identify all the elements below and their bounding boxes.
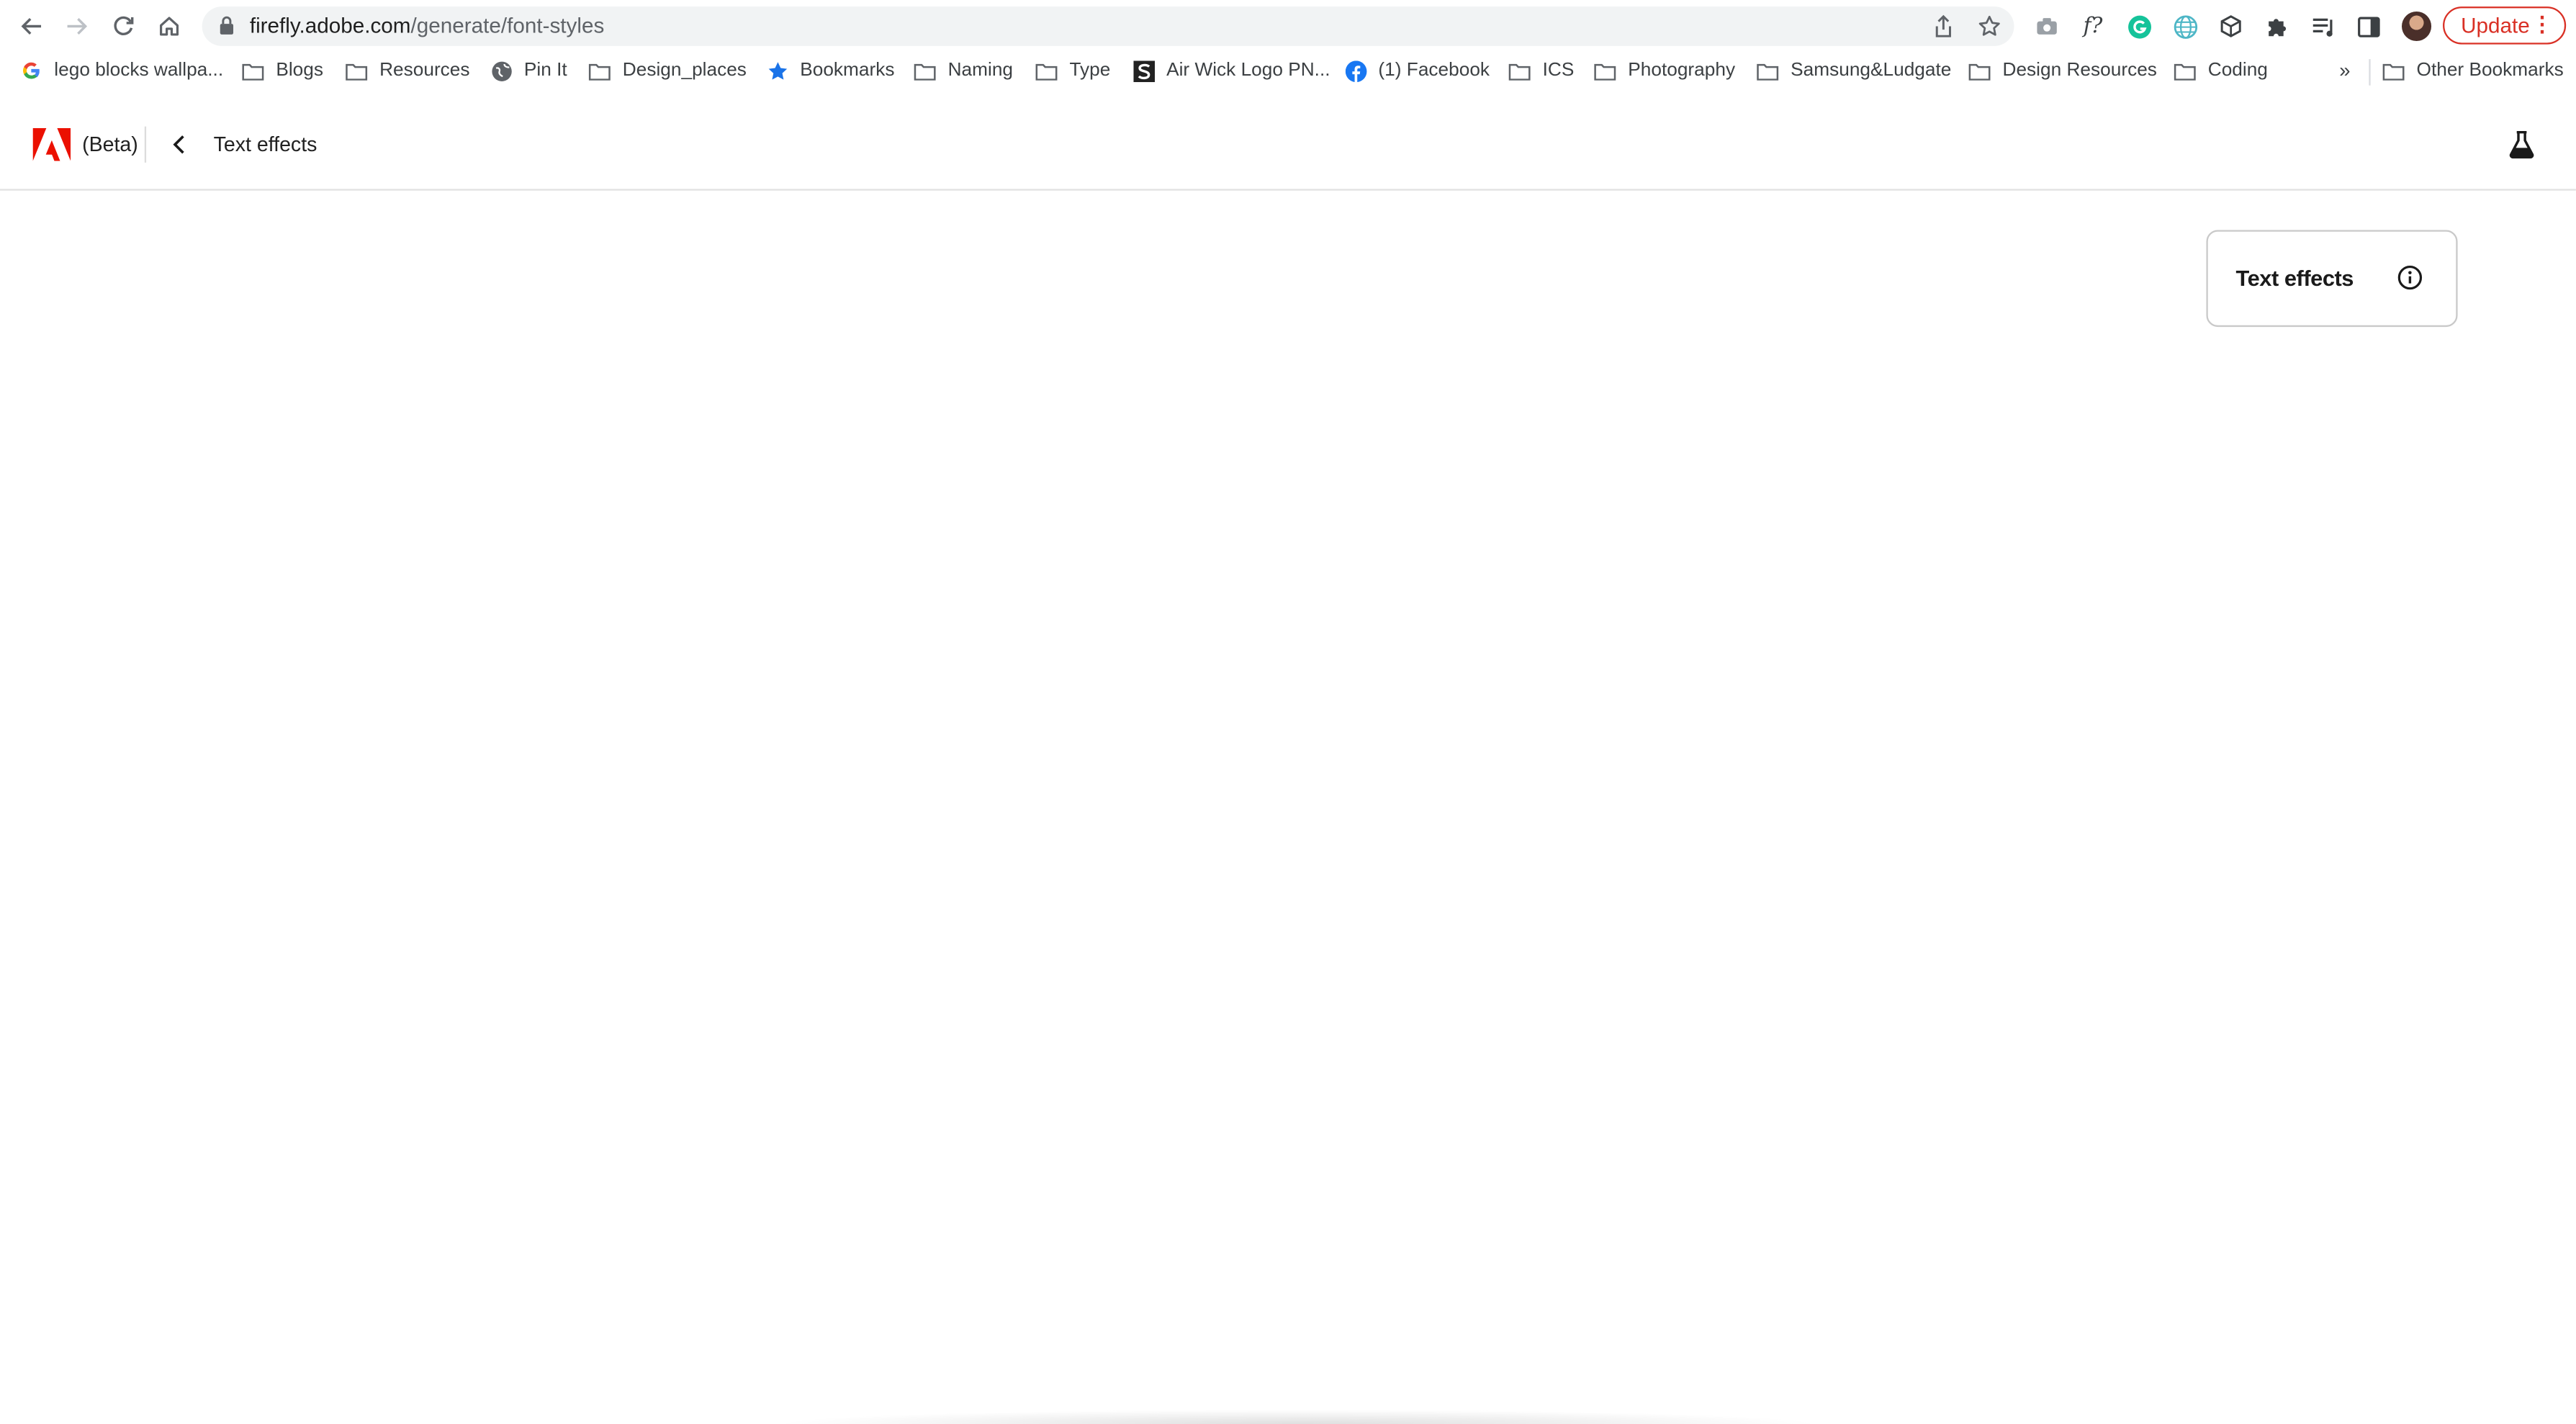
bookmark-item[interactable]: Air Wick Logo PN... (1132, 60, 1330, 81)
bottom-sheet-shadow (772, 1409, 1824, 1424)
share-icon[interactable] (1930, 13, 1957, 40)
update-button[interactable]: Update ⋮ (2443, 6, 2567, 45)
bookmark-label: Photography (1628, 60, 1736, 81)
lock-icon (218, 15, 235, 45)
bookmark-label: Design_places (622, 60, 747, 81)
bookmark-star-icon[interactable] (1976, 13, 2003, 40)
labs-beaker-icon[interactable] (2507, 130, 2536, 167)
breadcrumb-title: Text effects (213, 132, 318, 156)
folder-icon (2174, 60, 2197, 80)
bookmark-label: Other Bookmarks (2416, 60, 2564, 81)
extensions-puzzle-icon[interactable] (2262, 12, 2292, 41)
bookmark-item[interactable]: Pin It (490, 60, 567, 81)
camera-extension-icon[interactable] (2032, 12, 2062, 41)
grammarly-icon[interactable] (2124, 12, 2153, 41)
folder-icon (1968, 60, 1991, 80)
bookmark-label: Resources (379, 60, 470, 81)
app-header: (Beta) Text effects (0, 99, 2576, 191)
url-text: firefly.adobe.com/generate/font-styles (250, 13, 604, 40)
s-logo-icon (1132, 60, 1155, 81)
forward-icon[interactable] (60, 10, 94, 43)
url-host: firefly.adobe.com (249, 13, 411, 38)
bookmark-label: Bookmarks (800, 60, 895, 81)
reload-icon[interactable] (107, 10, 140, 43)
google-icon (19, 60, 42, 80)
back-chevron-icon[interactable] (168, 132, 191, 158)
bookmark-label: (1) Facebook (1378, 60, 1490, 81)
header-divider (144, 126, 147, 163)
bookmark-label: Design Resources (2002, 60, 2157, 81)
bookmark-label: Air Wick Logo PN... (1166, 60, 1330, 81)
text-effects-panel: Text effects (2206, 230, 2458, 328)
side-panel-icon[interactable] (2354, 12, 2384, 41)
bookmark-folder[interactable]: ICS (1508, 60, 1575, 81)
folder-icon (1035, 60, 1058, 80)
bookmark-folder[interactable]: Samsung&Ludgate (1756, 60, 1952, 81)
bookmark-label: Pin It (523, 60, 567, 81)
home-icon[interactable] (153, 10, 186, 43)
bookmark-folder[interactable]: Design_places (588, 60, 747, 81)
update-label: Update (2461, 13, 2530, 38)
bookmark-item[interactable]: lego blocks wallpa... (19, 60, 224, 81)
folder-icon (1508, 60, 1531, 80)
bookmark-item[interactable]: Bookmarks (765, 60, 895, 81)
info-icon[interactable] (2397, 264, 2423, 299)
bookmark-folder[interactable]: Naming (914, 60, 1014, 81)
media-queue-icon[interactable] (2308, 12, 2338, 41)
star-icon (765, 60, 788, 80)
bookmark-label: Type (1069, 60, 1111, 81)
folder-icon (241, 60, 264, 80)
other-bookmarks-folder[interactable]: Other Bookmarks (2382, 60, 2564, 81)
panel-title: Text effects (2235, 266, 2354, 291)
adobe-logo-icon[interactable] (32, 127, 71, 169)
bookmark-folder[interactable]: Resources (345, 60, 470, 81)
bookmark-label: Blogs (276, 60, 324, 81)
cube-extension-icon[interactable] (2216, 12, 2246, 41)
folder-icon (345, 60, 368, 80)
back-icon[interactable] (15, 10, 48, 43)
address-bar[interactable]: firefly.adobe.com/generate/font-styles (202, 6, 2014, 46)
more-bookmarks-chevron-icon[interactable]: » (2339, 59, 2350, 82)
bookmark-item[interactable]: (1) Facebook (1344, 60, 1490, 81)
browser-toolbar: firefly.adobe.com/generate/font-styles f… (0, 0, 2576, 53)
bookmark-folder[interactable]: Type (1035, 60, 1111, 81)
globe-icon (490, 60, 513, 81)
bookmark-folder[interactable]: Blogs (241, 60, 324, 81)
url-path: /generate/font-styles (410, 13, 605, 38)
bookmark-folder[interactable]: Design Resources (1968, 60, 2157, 81)
folder-icon (1756, 60, 1779, 80)
folder-icon (588, 60, 611, 80)
bookmarks-divider (2369, 59, 2371, 86)
bookmark-label: Naming (947, 60, 1014, 81)
bookmark-folder[interactable]: Coding (2174, 60, 2268, 81)
whatfont-extension-icon[interactable]: f? (2078, 12, 2107, 41)
extension-globe-icon[interactable] (2170, 12, 2199, 41)
bookmark-label: Coding (2207, 60, 2268, 81)
facebook-icon (1344, 60, 1367, 81)
bookmark-label: ICS (1542, 60, 1575, 81)
beta-label: (Beta) (82, 132, 138, 156)
profile-avatar[interactable] (2401, 11, 2432, 42)
folder-icon (914, 60, 937, 80)
bookmark-folder[interactable]: Photography (1593, 60, 1736, 81)
folder-icon (2382, 60, 2405, 80)
bookmark-label: lego blocks wallpa... (54, 60, 224, 81)
bookmarks-bar: lego blocks wallpa... Blogs Resources Pi… (0, 53, 2576, 92)
folder-icon (1593, 60, 1616, 80)
menu-dots-icon: ⋮ (2531, 11, 2553, 37)
bookmark-label: Samsung&Ludgate (1791, 60, 1952, 81)
